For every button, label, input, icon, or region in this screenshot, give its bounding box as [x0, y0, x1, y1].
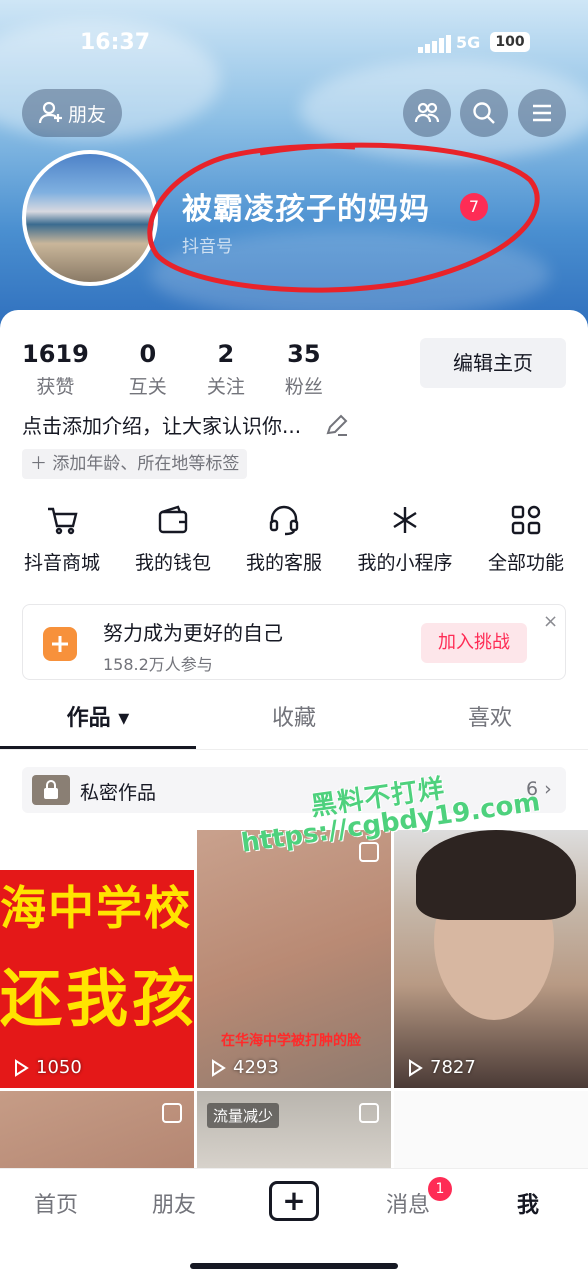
- video-thumb[interactable]: 流量减少: [197, 1091, 391, 1171]
- pencil-icon[interactable]: [324, 412, 350, 438]
- cart-icon: [48, 507, 78, 535]
- nav-messages[interactable]: 消息: [386, 1187, 430, 1219]
- challenge-card[interactable]: 努力成为更好的自己 158.2万人参与 加入挑战 ×: [22, 604, 566, 680]
- stat-label: 粉丝: [284, 376, 323, 398]
- video-thumb[interactable]: 7827: [394, 830, 588, 1088]
- stat-value: 35: [287, 340, 321, 368]
- thumb-label: 流量减少: [207, 1103, 280, 1128]
- challenge-title: 努力成为更好的自己: [103, 621, 283, 645]
- nav-friends[interactable]: 朋友: [152, 1187, 196, 1219]
- func-miniprogram[interactable]: 我的小程序: [355, 500, 455, 575]
- add-user-icon: [38, 101, 62, 124]
- video-thumb[interactable]: [394, 1091, 588, 1171]
- avatar[interactable]: [22, 150, 158, 286]
- messages-badge: 1: [428, 1177, 452, 1201]
- stat-label: 关注: [206, 376, 245, 398]
- stat-label: 获赞: [36, 376, 75, 398]
- play-icon: [409, 1058, 423, 1077]
- add-tag-button[interactable]: ＋ 添加年龄、所在地等标签: [22, 449, 248, 479]
- profile-banner: 16:37 5G 100 朋友 被霸凌孩子的妈妈 7 抖音号: [0, 0, 588, 330]
- thumb-text: 海中学校园: [0, 881, 194, 935]
- multi-image-icon: [359, 1103, 379, 1123]
- stat-mutual[interactable]: 0 互关: [129, 340, 167, 399]
- tab-likes[interactable]: 喜欢: [392, 696, 588, 742]
- people-icon: [414, 102, 440, 123]
- play-count-value: 4293: [233, 1057, 279, 1078]
- func-all[interactable]: 全部功能: [486, 500, 566, 575]
- status-bar: 16:37 5G 100: [0, 28, 588, 60]
- function-row: 抖音商城 我的钱包 我的客服 我的小程序 全部功能: [0, 500, 588, 580]
- func-service[interactable]: 我的客服: [244, 500, 324, 575]
- edit-profile-button[interactable]: 编辑主页: [420, 338, 566, 388]
- red-circle-annotation: [147, 142, 540, 293]
- func-shop[interactable]: 抖音商城: [22, 500, 102, 575]
- play-count-value: 7827: [430, 1057, 476, 1078]
- menu-icon: [533, 104, 551, 122]
- thumb-text: 还我孩: [0, 962, 194, 1035]
- network-type: 5G: [456, 33, 481, 52]
- play-count-value: 1050: [36, 1057, 82, 1078]
- stat-value: 2: [217, 340, 235, 368]
- challenge-icon: [43, 627, 77, 661]
- multi-image-icon: [162, 1103, 182, 1123]
- search-button[interactable]: [460, 89, 508, 137]
- video-grid: 海中学校园 还我孩 1050 在华海中学被打肿的脸 4293 7827 流量减少: [0, 830, 588, 1171]
- multi-image-icon: [359, 842, 379, 862]
- stat-likes[interactable]: 1619 获赞: [22, 340, 89, 399]
- add-friend-button[interactable]: 朋友: [22, 89, 122, 137]
- stats-row: 1619 获赞 0 互关 2 关注 35 粉丝: [22, 340, 363, 399]
- create-button[interactable]: +: [269, 1181, 319, 1221]
- play-count: 1050: [12, 1057, 82, 1078]
- func-label: 我的客服: [245, 552, 322, 574]
- home-indicator: [190, 1263, 398, 1269]
- play-count: 7827: [406, 1057, 476, 1078]
- headset-icon: [269, 505, 299, 536]
- thumb-caption: 在华海中学被打肿的脸: [221, 1033, 361, 1049]
- menu-button[interactable]: [518, 89, 566, 137]
- join-challenge-button[interactable]: 加入挑战: [421, 623, 527, 663]
- func-wallet[interactable]: 我的钱包: [133, 500, 213, 575]
- func-label: 我的钱包: [134, 552, 211, 574]
- stat-value: 0: [139, 340, 157, 368]
- func-label: 全部功能: [487, 552, 564, 574]
- signal-icon: [418, 34, 453, 53]
- video-thumb[interactable]: 在华海中学被打肿的脸 4293: [197, 830, 391, 1088]
- clock: 16:37: [80, 30, 151, 55]
- battery-icon: 100: [490, 32, 530, 52]
- mini-program-icon: [393, 507, 417, 533]
- stat-label: 互关: [128, 376, 167, 398]
- wallet-icon: [158, 505, 188, 534]
- divider: [0, 749, 588, 750]
- video-thumb[interactable]: 海中学校园 还我孩 1050: [0, 830, 194, 1088]
- tab-works[interactable]: 作品 ▾: [0, 696, 196, 742]
- content-tabs: 作品 ▾ 收藏 喜欢: [0, 696, 588, 748]
- grid-icon: [511, 505, 541, 535]
- nav-home[interactable]: 首页: [34, 1187, 78, 1219]
- search-icon: [473, 102, 495, 124]
- add-friend-label: 朋友: [67, 103, 106, 126]
- tab-favorites[interactable]: 收藏: [196, 696, 392, 742]
- lock-icon: [32, 775, 70, 805]
- private-works-label: 私密作品: [80, 782, 157, 804]
- play-icon: [212, 1058, 226, 1077]
- stat-following[interactable]: 2 关注: [207, 340, 245, 399]
- friends-button[interactable]: [403, 89, 451, 137]
- func-label: 我的小程序: [357, 552, 453, 574]
- close-icon[interactable]: ×: [543, 611, 558, 632]
- bottom-nav: 首页 朋友 + 消息 1 我: [0, 1168, 588, 1280]
- func-label: 抖音商城: [23, 552, 100, 574]
- stat-value: 1619: [22, 340, 89, 368]
- play-count: 4293: [209, 1057, 279, 1078]
- challenge-participants: 158.2万人参与: [103, 655, 213, 674]
- bio-text[interactable]: 点击添加介绍，让大家认识你...: [22, 410, 301, 439]
- stat-followers[interactable]: 35 粉丝: [285, 340, 323, 399]
- video-thumb[interactable]: [0, 1091, 194, 1171]
- play-icon: [15, 1058, 29, 1077]
- nav-me[interactable]: 我: [517, 1187, 539, 1219]
